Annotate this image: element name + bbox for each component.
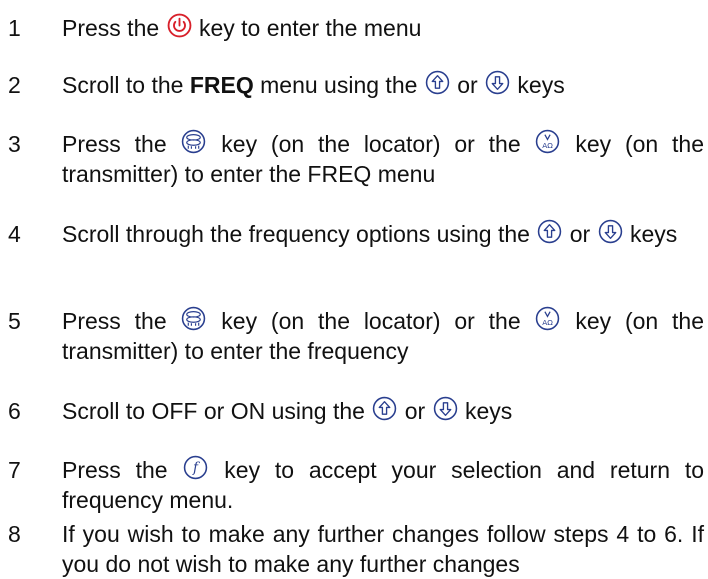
step-number: 6 (8, 398, 21, 424)
freq-menu-name: FREQ (189, 72, 254, 98)
step-text: Press the key to enter the menu (62, 13, 422, 41)
instruction-steps: 1 Press the key to enter the menu 2 Scro… (0, 0, 708, 577)
function-key-icon: f (183, 455, 208, 480)
step-number: 2 (8, 72, 21, 98)
step-text: Press the key (on the locator) or the AΩ… (62, 306, 705, 364)
down-arrow-key-icon (598, 219, 623, 244)
step-number: 3 (8, 131, 21, 157)
step-number: 5 (8, 308, 21, 334)
up-arrow-key-icon (537, 219, 562, 244)
step-text: Press the key (on the locator) or the AΩ… (62, 129, 705, 187)
step-text: Scroll through the frequency options usi… (62, 219, 678, 247)
down-arrow-key-icon (433, 396, 458, 421)
step-text: If you wish to make any further changes … (62, 521, 704, 577)
down-arrow-key-icon (485, 70, 510, 95)
up-arrow-key-icon (372, 396, 397, 421)
step-number: 1 (8, 15, 21, 41)
step-text: Scroll to OFF or ON using the or keys (62, 396, 513, 424)
up-arrow-key-icon (425, 70, 450, 95)
step-text: Scroll to the FREQ menu using the or key… (62, 70, 565, 98)
volts-ohms-key-icon: AΩ (535, 306, 560, 331)
step-text: Press the f key to accept your selection… (62, 455, 705, 513)
volts-ohms-key-icon: AΩ (535, 129, 560, 154)
power-key-icon (167, 13, 192, 38)
step-number: 7 (8, 457, 21, 483)
step-number: 4 (8, 221, 21, 247)
step-number: 8 (8, 521, 21, 547)
svg-text:AΩ: AΩ (543, 141, 554, 150)
antenna-mode-key-icon (181, 129, 206, 154)
antenna-mode-key-icon (181, 306, 206, 331)
svg-text:AΩ: AΩ (543, 318, 554, 327)
